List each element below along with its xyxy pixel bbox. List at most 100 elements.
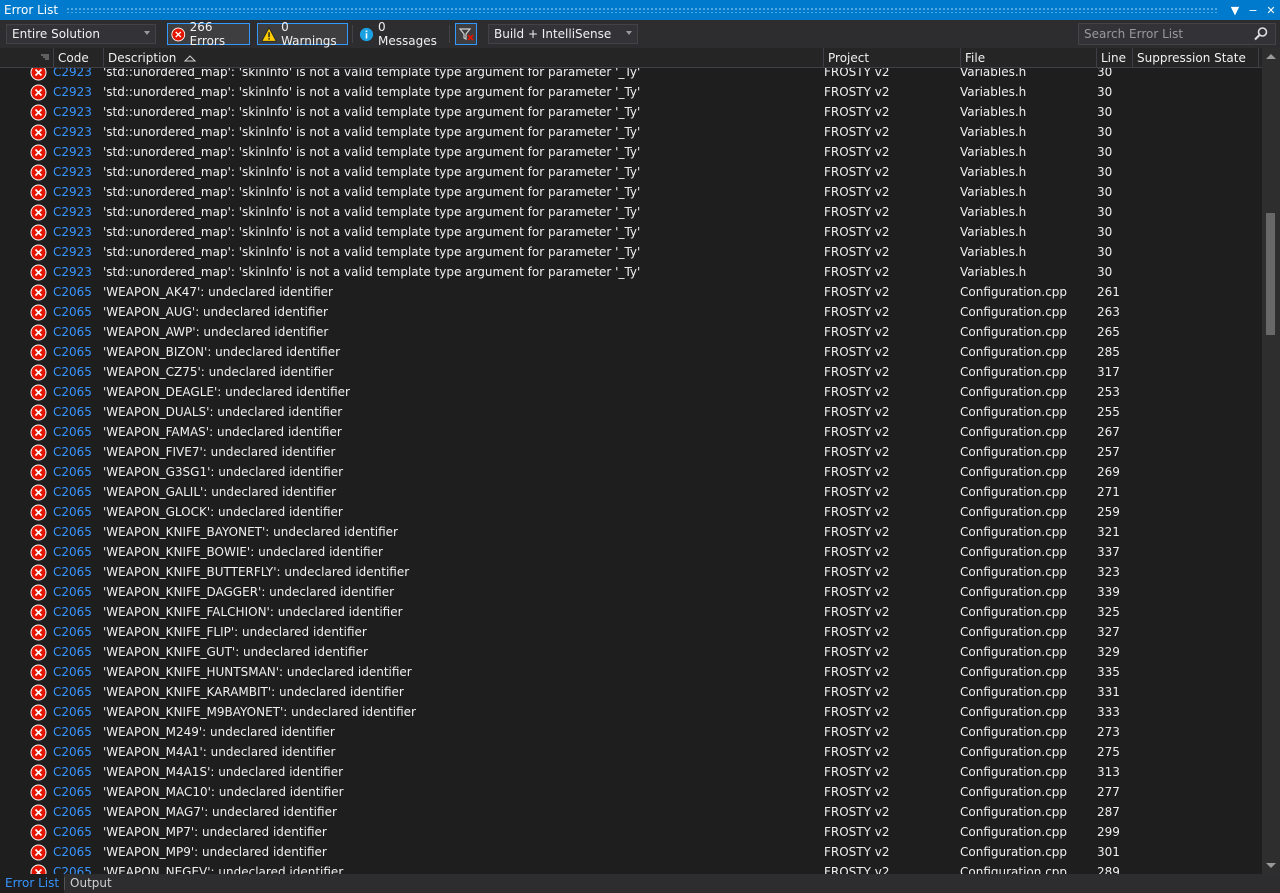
table-row[interactable]: C2065 'WEAPON_M4A1S': undeclared identifi… [0, 762, 1262, 782]
error-code-link[interactable]: C2065 [53, 842, 101, 862]
error-code-link[interactable]: C2065 [53, 402, 101, 422]
error-code-link[interactable]: C2065 [53, 602, 101, 622]
error-code-link[interactable]: C2923 [53, 122, 101, 142]
search-input[interactable]: Search Error List [1078, 23, 1276, 45]
table-row[interactable]: C2065 'WEAPON_AUG': undeclared identifier… [0, 302, 1262, 322]
error-code-link[interactable]: C2065 [53, 682, 101, 702]
error-code-link[interactable]: C2065 [53, 482, 101, 502]
table-row[interactable]: C2065 'WEAPON_KNIFE_HUNTSMAN': undeclared… [0, 662, 1262, 682]
error-code-link[interactable]: C2065 [53, 382, 101, 402]
table-row[interactable]: C2923'std::unordered_map': 'skinInfo' is… [0, 102, 1262, 122]
search-icon[interactable] [1253, 26, 1269, 42]
column-chooser-icon[interactable] [40, 51, 50, 65]
error-code-link[interactable]: C2923 [53, 102, 101, 122]
error-code-link[interactable]: C2065 [53, 322, 101, 342]
error-code-link[interactable]: C2065 [53, 562, 101, 582]
close-icon[interactable]: ✕ [1262, 4, 1280, 17]
table-row[interactable]: C2065 'WEAPON_MAC10': undeclared identifi… [0, 782, 1262, 802]
table-row[interactable]: C2065 'WEAPON_NEGEV': undeclared identifi… [0, 862, 1262, 874]
column-description[interactable]: Description [103, 48, 823, 68]
table-row[interactable]: C2065 'WEAPON_KNIFE_M9BAYONET': undeclare… [0, 702, 1262, 722]
error-code-link[interactable]: C2065 [53, 762, 101, 782]
table-row[interactable]: C2065 'WEAPON_GALIL': undeclared identifi… [0, 482, 1262, 502]
table-row[interactable]: C2065 'WEAPON_M4A1': undeclared identifie… [0, 742, 1262, 762]
dropdown-arrow-icon[interactable]: ▼ [1226, 4, 1244, 17]
table-row[interactable]: C2065 'WEAPON_KNIFE_GUT': undeclared iden… [0, 642, 1262, 662]
error-code-link[interactable]: C2923 [53, 222, 101, 242]
table-row[interactable]: C2065 'WEAPON_G3SG1': undeclared identifi… [0, 462, 1262, 482]
table-row[interactable]: C2065 'WEAPON_FIVE7': undeclared identifi… [0, 442, 1262, 462]
table-row[interactable]: C2065 'WEAPON_DUALS': undeclared identifi… [0, 402, 1262, 422]
error-code-link[interactable]: C2065 [53, 302, 101, 322]
error-code-link[interactable]: C2065 [53, 282, 101, 302]
vertical-scrollbar[interactable] [1262, 48, 1280, 874]
error-code-link[interactable]: C2065 [53, 442, 101, 462]
error-code-link[interactable]: C2065 [53, 502, 101, 522]
column-line[interactable]: Line [1096, 48, 1132, 68]
error-code-link[interactable]: C2923 [53, 162, 101, 182]
scroll-down-icon[interactable] [1266, 863, 1276, 868]
table-row[interactable]: C2923'std::unordered_map': 'skinInfo' is… [0, 82, 1262, 102]
error-code-link[interactable]: C2065 [53, 802, 101, 822]
table-row[interactable]: C2065 'WEAPON_KNIFE_FLIP': undeclared ide… [0, 622, 1262, 642]
error-code-link[interactable]: C2065 [53, 722, 101, 742]
build-source-dropdown[interactable]: Build + IntelliSense [488, 24, 638, 44]
error-code-link[interactable]: C2065 [53, 522, 101, 542]
error-code-link[interactable]: C2065 [53, 862, 101, 874]
error-code-link[interactable]: C2065 [53, 462, 101, 482]
error-code-link[interactable]: C2065 [53, 822, 101, 842]
clear-filter-button[interactable] [455, 23, 477, 45]
error-code-link[interactable]: C2923 [53, 262, 101, 282]
table-row[interactable]: C2923'std::unordered_map': 'skinInfo' is… [0, 182, 1262, 202]
error-code-link[interactable]: C2065 [53, 582, 101, 602]
table-row[interactable]: C2923'std::unordered_map': 'skinInfo' is… [0, 262, 1262, 282]
error-code-link[interactable]: C2923 [53, 242, 101, 262]
error-code-link[interactable]: C2065 [53, 642, 101, 662]
column-code[interactable]: Code [53, 48, 103, 68]
error-code-link[interactable]: C2065 [53, 362, 101, 382]
column-project[interactable]: Project [823, 48, 960, 68]
error-code-link[interactable]: C2065 [53, 342, 101, 362]
table-row[interactable]: C2065 'WEAPON_M249': undeclared identifie… [0, 722, 1262, 742]
scope-dropdown[interactable]: Entire Solution [6, 24, 156, 44]
table-row[interactable]: C2065 'WEAPON_KNIFE_BOWIE': undeclared id… [0, 542, 1262, 562]
column-file[interactable]: File [960, 48, 1096, 68]
column-suppression-state[interactable]: Suppression State [1132, 48, 1258, 68]
messages-filter-button[interactable]: 0 Messages [356, 20, 446, 48]
title-grip[interactable] [66, 7, 1218, 13]
warnings-filter-button[interactable]: 0 Warnings [257, 20, 348, 48]
error-code-link[interactable]: C2923 [53, 182, 101, 202]
table-row[interactable]: C2923'std::unordered_map': 'skinInfo' is… [0, 242, 1262, 262]
error-code-link[interactable]: C2923 [53, 82, 101, 102]
tab-error-list[interactable]: Error List [0, 874, 65, 893]
table-row[interactable]: C2065 'WEAPON_KNIFE_DAGGER': undeclared i… [0, 582, 1262, 602]
table-row[interactable]: C2065 'WEAPON_MAG7': undeclared identifie… [0, 802, 1262, 822]
error-code-link[interactable]: C2923 [53, 142, 101, 162]
table-row[interactable]: C2065 'WEAPON_BIZON': undeclared identifi… [0, 342, 1262, 362]
table-row[interactable]: C2923'std::unordered_map': 'skinInfo' is… [0, 202, 1262, 222]
error-code-link[interactable]: C2065 [53, 662, 101, 682]
table-row[interactable]: C2065 'WEAPON_CZ75': undeclared identifie… [0, 362, 1262, 382]
tab-output[interactable]: Output [65, 874, 117, 893]
table-row[interactable]: C2065 'WEAPON_AK47': undeclared identifie… [0, 282, 1262, 302]
scroll-thumb[interactable] [1266, 213, 1275, 335]
error-code-link[interactable]: C2065 [53, 422, 101, 442]
error-code-link[interactable]: C2923 [53, 202, 101, 222]
table-row[interactable]: C2923'std::unordered_map': 'skinInfo' is… [0, 122, 1262, 142]
table-row[interactable]: C2065 'WEAPON_KNIFE_FALCHION': undeclared… [0, 602, 1262, 622]
table-row[interactable]: C2065 'WEAPON_KNIFE_BAYONET': undeclared … [0, 522, 1262, 542]
table-row[interactable]: C2065 'WEAPON_FAMAS': undeclared identifi… [0, 422, 1262, 442]
table-row[interactable]: C2065 'WEAPON_AWP': undeclared identifier… [0, 322, 1262, 342]
error-code-link[interactable]: C2065 [53, 702, 101, 722]
table-row[interactable]: C2923'std::unordered_map': 'skinInfo' is… [0, 142, 1262, 162]
table-row[interactable]: C2065 'WEAPON_DEAGLE': undeclared identif… [0, 382, 1262, 402]
error-code-link[interactable]: C2065 [53, 742, 101, 762]
table-row[interactable]: C2065 'WEAPON_MP7': undeclared identifier… [0, 822, 1262, 842]
table-row[interactable]: C2923'std::unordered_map': 'skinInfo' is… [0, 222, 1262, 242]
error-code-link[interactable]: C2065 [53, 542, 101, 562]
errors-filter-button[interactable]: 266 Errors [167, 20, 250, 48]
table-row[interactable]: C2065 'WEAPON_KNIFE_BUTTERFLY': undeclare… [0, 562, 1262, 582]
scroll-up-icon[interactable] [1266, 54, 1276, 59]
table-row[interactable]: C2065 'WEAPON_KNIFE_KARAMBIT': undeclared… [0, 682, 1262, 702]
error-code-link[interactable]: C2065 [53, 782, 101, 802]
